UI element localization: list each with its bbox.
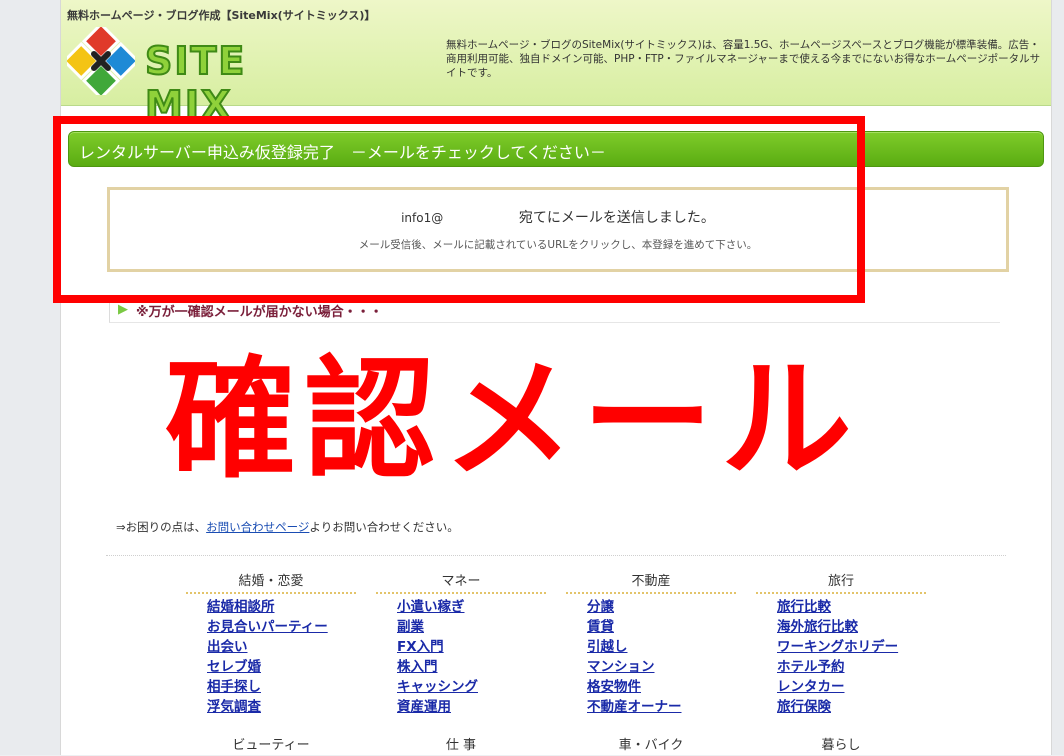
category-link[interactable]: 分譲: [587, 599, 614, 615]
category-link[interactable]: お見合いパーティー: [207, 619, 328, 635]
site-header: 無料ホームページ・ブログ作成【SiteMix(サイトミックス)】 SITE MI…: [61, 0, 1051, 128]
category-link[interactable]: 格安物件: [587, 679, 641, 695]
category-link[interactable]: 浮気調査: [207, 699, 261, 715]
category-link[interactable]: FX入門: [397, 639, 444, 655]
category-title: ビューティー: [232, 738, 310, 753]
category-link[interactable]: 旅行比較: [777, 599, 831, 615]
category-vehicles: 車・バイク: [566, 736, 736, 756]
category-title: 旅行: [756, 572, 926, 594]
category-link[interactable]: 副業: [397, 619, 424, 635]
contact-suffix: よりお問い合わせください。: [309, 520, 459, 534]
section-divider: [106, 555, 1006, 556]
category-title: マネー: [376, 572, 546, 594]
logo-diamond-icon: [67, 27, 135, 95]
category-travel: 旅行 旅行比較 海外旅行比較 ワーキングホリデー ホテル予約 レンタカー 旅行保…: [756, 572, 926, 716]
play-arrow-icon: ▶: [118, 302, 128, 317]
page-background-right: [1050, 0, 1064, 755]
category-link[interactable]: 旅行保険: [777, 699, 831, 715]
category-title: 仕 事: [445, 738, 477, 753]
category-beauty: ビューティー: [186, 736, 356, 756]
category-link[interactable]: 不動産オーナー: [587, 699, 682, 715]
not-received-text[interactable]: ※万が一確認メールが届かない場合・・・: [136, 301, 383, 320]
contact-page-link[interactable]: お問い合わせページ: [206, 520, 309, 534]
category-link[interactable]: マンション: [587, 659, 655, 675]
category-link[interactable]: 相手探し: [207, 679, 261, 695]
category-link[interactable]: 引越し: [587, 639, 628, 655]
category-link[interactable]: キャッシング: [397, 679, 478, 695]
category-living: 暮らし: [756, 736, 926, 756]
category-title: 不動産: [566, 572, 736, 594]
category-link[interactable]: 小遣い稼ぎ: [397, 599, 465, 615]
category-title: 暮らし: [821, 738, 861, 753]
site-description: 無料ホームページ・ブログのSiteMix(サイトミックス)は、容量1.5G、ホー…: [446, 39, 1041, 79]
category-link[interactable]: 出会い: [207, 639, 248, 655]
annotation-highlight-box: [53, 116, 865, 303]
category-link[interactable]: セレブ婚: [207, 659, 261, 675]
category-link[interactable]: レンタカー: [777, 679, 845, 695]
annotation-big-text: 確認メール: [165, 343, 861, 496]
contact-prefix: ⇒お困りの点は、: [116, 520, 207, 534]
category-marriage: 結婚・恋愛 結婚相談所 お見合いパーティー 出会い セレブ婚 相手探し 浮気調査: [186, 572, 356, 716]
page-background-left: [0, 0, 60, 755]
site-logo[interactable]: SITE MIX: [67, 27, 347, 128]
category-real-estate: 不動産 分譲 賃貸 引越し マンション 格安物件 不動産オーナー: [566, 572, 736, 716]
category-link[interactable]: 海外旅行比較: [777, 619, 858, 635]
category-link[interactable]: 資産運用: [397, 699, 451, 715]
category-link[interactable]: ホテル予約: [777, 659, 845, 675]
logo-text: SITE MIX: [144, 38, 247, 128]
category-jobs: 仕 事: [376, 736, 546, 756]
category-money: マネー 小遣い稼ぎ 副業 FX入門 株入門 キャッシング 資産運用: [376, 572, 546, 716]
site-top-title: 無料ホームページ・ブログ作成【SiteMix(サイトミックス)】: [67, 9, 376, 22]
category-link[interactable]: ワーキングホリデー: [777, 639, 898, 655]
category-title: 結婚・恋愛: [186, 572, 356, 594]
category-title: 車・バイク: [618, 738, 684, 753]
category-link[interactable]: 賃貸: [587, 619, 614, 635]
category-link[interactable]: 株入門: [397, 659, 438, 675]
contact-line: ⇒お困りの点は、お問い合わせページよりお問い合わせください。: [116, 519, 459, 535]
category-link[interactable]: 結婚相談所: [207, 599, 275, 615]
